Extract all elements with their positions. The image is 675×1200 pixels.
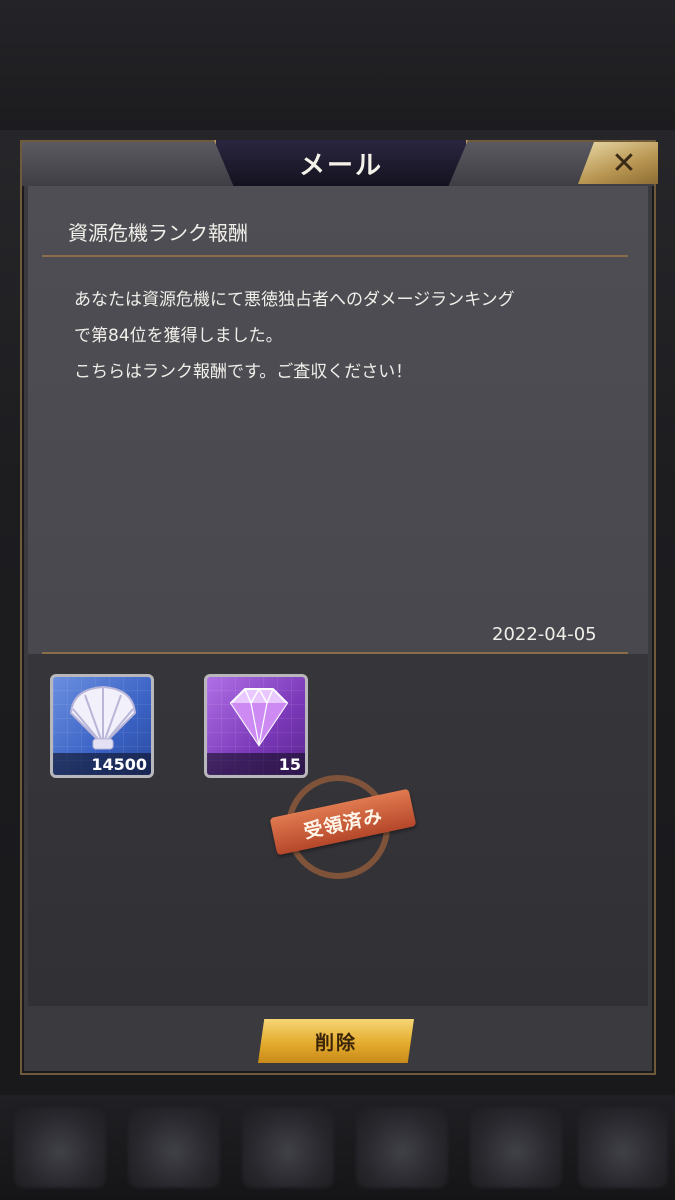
mail-body-line: こちらはランク報酬です。ご査収ください！ [74, 362, 413, 382]
reward-item-shell[interactable]: 14500 [50, 674, 154, 778]
nav-slot-4 [356, 1108, 448, 1188]
mail-date: 2022-04-05 [492, 624, 597, 645]
reward-item-diamond[interactable]: 15 [204, 674, 308, 778]
claimed-stamp: 受領済み [268, 773, 418, 883]
title-plate: メール [214, 140, 468, 188]
nav-slot-3 [242, 1108, 334, 1188]
item-count: 14500 [91, 755, 147, 774]
subject-divider [42, 255, 628, 257]
item-count: 15 [278, 755, 301, 774]
nav-slot-1 [14, 1108, 106, 1188]
delete-button[interactable]: 削除 [258, 1019, 414, 1063]
mail-body: あなたは資源危機にて悪徳独占者へのダメージランキング で第84位を獲得しました。… [74, 282, 614, 390]
mail-body-line: あなたは資源危機にて悪徳独占者へのダメージランキング [74, 290, 515, 310]
dialog-title: メール [298, 150, 383, 181]
delete-button-label: 削除 [314, 1031, 357, 1054]
background-header [0, 0, 675, 130]
nav-slot-2 [128, 1108, 220, 1188]
mail-body-line: で第84位を獲得しました。 [74, 326, 283, 346]
nav-slot-5 [470, 1108, 562, 1188]
close-icon: ✕ [611, 145, 637, 181]
shell-icon [69, 685, 137, 750]
mail-dialog: メール ✕ 資源危機ランク報酬 あなたは資源危機にて悪徳独占者へのダメージランキ… [20, 140, 658, 1075]
mail-subject: 資源危機ランク報酬 [68, 221, 248, 245]
diamond-icon [229, 687, 289, 747]
nav-slot-6 [578, 1108, 668, 1188]
